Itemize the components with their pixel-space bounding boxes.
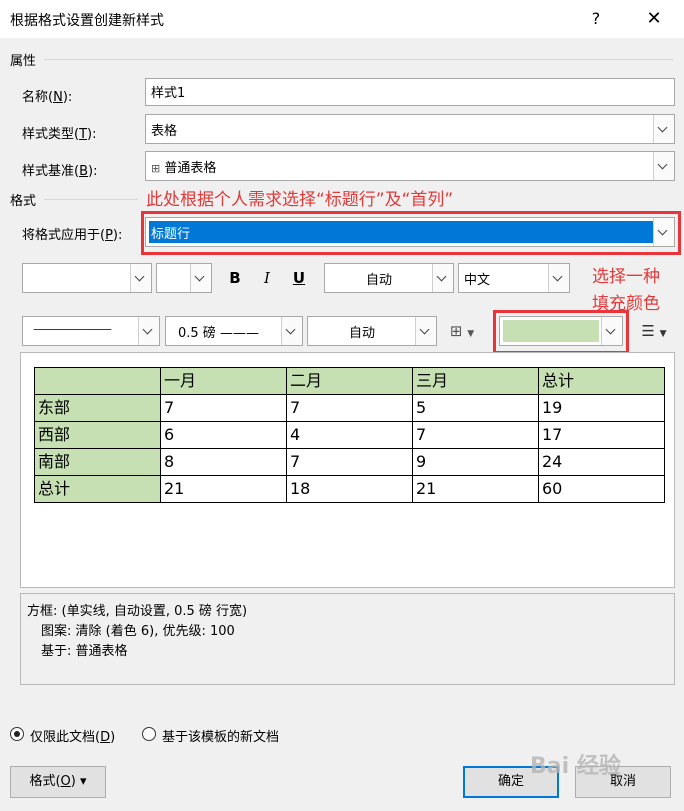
italic-button[interactable]: I [254, 264, 280, 292]
table-cell: 9 [412, 448, 539, 476]
description-line-3: 基于: 普通表格 [41, 644, 128, 659]
table-cell: 18 [286, 475, 413, 503]
table-cell: 7 [412, 421, 539, 449]
style-base-label: 样式基准(B): [22, 164, 98, 179]
name-input[interactable]: 样式1 [145, 78, 675, 106]
chevron-down-icon[interactable] [601, 317, 622, 345]
description-line-2: 图案: 清除 (着色 6), 优先级: 100 [41, 624, 235, 639]
apply-to-label: 将格式应用于(P): [22, 228, 123, 243]
font-size-select[interactable] [156, 263, 212, 293]
chevron-down-icon[interactable] [281, 317, 302, 345]
chevron-down-icon[interactable] [653, 152, 674, 180]
table-cell: 21 [412, 475, 539, 503]
apply-to-select[interactable]: 标题行 [145, 217, 675, 247]
table-cell: 8 [160, 448, 287, 476]
style-type-value: 表格 [151, 124, 178, 139]
table-cell: 5 [412, 394, 539, 422]
borders-icon: ⊞ [449, 322, 463, 340]
style-type-select[interactable]: 表格 [145, 114, 675, 144]
table-cell: 21 [160, 475, 287, 503]
table-cell: 7 [286, 448, 413, 476]
table-cell: 总计 [538, 367, 665, 395]
apply-to-value: 标题行 [151, 227, 191, 242]
close-button[interactable]: ✕ [638, 6, 670, 32]
underline-button[interactable]: U [286, 264, 312, 292]
help-button[interactable]: ? [582, 6, 610, 32]
apply-to-selection [149, 221, 653, 243]
chevron-down-icon[interactable] [130, 264, 151, 292]
format-section-label: 格式 [10, 194, 37, 209]
annotation-note-right-1: 选择一种 [592, 267, 660, 287]
annotation-note-top: 此处根据个人需求选择“标题行”及“首列” [146, 190, 454, 210]
style-base-value: 普通表格 [164, 161, 217, 176]
table-cell: 一月 [160, 367, 287, 395]
table-cell: 17 [538, 421, 665, 449]
cell-alignment-button[interactable]: ☰ ▼ [634, 317, 674, 345]
border-style-select[interactable]: ——————— [22, 316, 160, 346]
only-this-document-radio[interactable] [10, 727, 24, 741]
chevron-down-icon[interactable] [653, 218, 674, 246]
table-row: 西部 6 4 7 17 [34, 421, 665, 449]
border-color-select[interactable]: 自动 [307, 316, 437, 346]
only-this-document-label[interactable]: 仅限此文档(D) [30, 726, 115, 745]
table-cell: 6 [160, 421, 287, 449]
bold-button[interactable]: B [222, 264, 248, 292]
table-cell: 二月 [286, 367, 413, 395]
table-cell: 东部 [34, 394, 161, 422]
table-cell: 7 [286, 394, 413, 422]
borders-button[interactable]: ⊞ ▼ [442, 317, 482, 345]
new-documents-label[interactable]: 基于该模板的新文档 [162, 726, 279, 745]
table-cell: 南部 [34, 448, 161, 476]
table-icon: ⊞ [151, 162, 161, 175]
language-select[interactable]: 中文 [458, 263, 570, 293]
table-row: 南部 8 7 9 24 [34, 448, 665, 476]
table-cell: 4 [286, 421, 413, 449]
format-divider [44, 199, 138, 200]
chevron-down-icon[interactable] [432, 264, 453, 292]
font-select[interactable] [22, 263, 152, 293]
dialog-title: 根据格式设置创建新样式 [10, 13, 164, 29]
preview-table: 一月 二月 三月 总计 东部 7 7 5 19 西部 6 4 7 17 南部 8… [34, 367, 665, 503]
table-cell: 7 [160, 394, 287, 422]
description-line-1: 方框: (单实线, 自动设置, 0.5 磅 行宽) [27, 604, 248, 619]
style-description: 方框: (单实线, 自动设置, 0.5 磅 行宽) 图案: 清除 (着色 6),… [20, 593, 675, 685]
table-row: 一月 二月 三月 总计 [34, 367, 665, 395]
format-menu-button[interactable]: 格式(O) ▾ [10, 766, 106, 798]
chevron-down-icon[interactable] [138, 317, 159, 345]
table-cell: 24 [538, 448, 665, 476]
table-cell: 三月 [412, 367, 539, 395]
font-color-select[interactable]: 自动 [324, 263, 454, 293]
fill-color-swatch [503, 320, 599, 342]
chevron-down-icon[interactable] [548, 264, 569, 292]
table-cell: 总计 [34, 475, 161, 503]
table-cell: 60 [538, 475, 665, 503]
properties-section-label: 属性 [10, 54, 37, 69]
table-row: 东部 7 7 5 19 [34, 394, 665, 422]
properties-divider [44, 59, 674, 60]
border-width-select[interactable]: 0.5 磅 ——— [165, 316, 303, 346]
chevron-down-icon[interactable] [190, 264, 211, 292]
align-icon: ☰ [641, 322, 655, 340]
style-base-select[interactable]: ⊞ 普通表格 [145, 151, 675, 181]
style-type-label: 样式类型(T): [22, 127, 97, 142]
chevron-down-icon[interactable] [415, 317, 436, 345]
watermark: Bai 经验 [530, 754, 621, 779]
table-row: 总计 21 18 21 60 [34, 475, 665, 503]
table-cell: 西部 [34, 421, 161, 449]
name-label: 名称(N): [22, 90, 73, 105]
table-cell [34, 367, 161, 395]
fill-color-select[interactable] [499, 316, 623, 346]
table-cell: 19 [538, 394, 665, 422]
new-documents-radio[interactable] [142, 727, 156, 741]
chevron-down-icon[interactable] [653, 115, 674, 143]
